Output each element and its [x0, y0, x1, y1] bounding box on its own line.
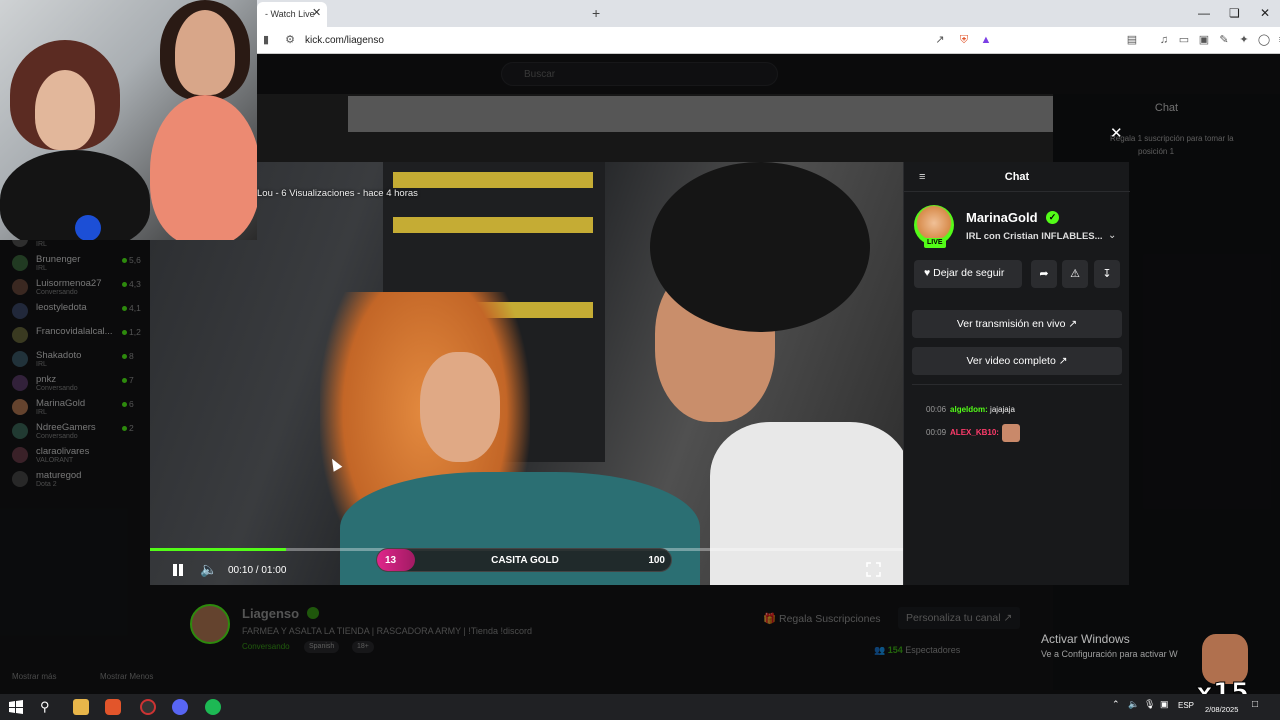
brave-browser-icon[interactable] — [105, 699, 121, 715]
windows-taskbar: ⚲ ⌃ 🔈 🎙 ▣ □ — [0, 694, 1280, 720]
share-icon[interactable]: ↗ — [933, 33, 947, 47]
video-caption: Lou - 6 Visualizaciones - hace 4 horas — [257, 188, 418, 199]
search-icon[interactable]: ⚲ — [40, 699, 56, 715]
sub-goal-bar: 13 CASITA GOLD 100 — [376, 548, 672, 572]
pause-icon[interactable] — [171, 563, 185, 577]
message-username[interactable]: ALEX_KB10: — [950, 428, 999, 437]
volume-icon[interactable]: 🔈 — [1128, 699, 1144, 715]
site-settings-icon[interactable]: ⚙ — [283, 33, 297, 47]
chevron-down-icon[interactable]: ⌄ — [1108, 230, 1116, 241]
tray-chevron-icon[interactable]: ⌃ — [1112, 699, 1128, 715]
clip-chat-panel: ≡ Chat LIVE MarinaGold ✓ IRL con Cristia… — [903, 162, 1130, 585]
taskbar-date[interactable]: 2/08/2025 — [1205, 696, 1238, 714]
extensions-icon[interactable]: ✎ — [1217, 33, 1231, 47]
menu-icon[interactable]: ≡ — [1275, 33, 1280, 47]
fullscreen-icon[interactable] — [866, 562, 881, 577]
spotify-icon[interactable] — [205, 699, 221, 715]
obs-icon[interactable] — [140, 699, 156, 715]
minimize-icon[interactable]: — — [1198, 6, 1210, 20]
verified-icon: ✓ — [1046, 211, 1059, 224]
chat-message: 00:06 algeldom: jajajaja — [926, 405, 1015, 414]
video-progress-fill — [150, 548, 286, 551]
tab-bar: - Watch Live ✕ + — ❏ ✕ — [257, 0, 1280, 27]
close-window-icon[interactable]: ✕ — [1260, 6, 1270, 20]
sub-goal-target: 100 — [648, 555, 665, 566]
address-bar: ▮ ⚙ kick.com/liagenso ↗ ⛨ ▲ ▤ ♫ ▭ ▣ ✎ ✦ … — [257, 27, 1280, 54]
streamer-name[interactable]: MarinaGold — [966, 210, 1038, 225]
message-text: jajajaja — [990, 405, 1015, 414]
message-username[interactable]: algeldom: — [950, 405, 988, 414]
webcam-overlay — [0, 0, 257, 240]
divider — [912, 384, 1122, 385]
message-timestamp: 00:09 — [926, 428, 947, 438]
streamer-subtitle: IRL con Cristian INFLABLES... — [966, 231, 1103, 242]
network-icon[interactable]: ▣ — [1160, 699, 1176, 715]
rewards-icon[interactable]: ▲ — [979, 33, 993, 47]
emote-icon — [1001, 424, 1020, 442]
vpn-icon[interactable]: ◯ — [1257, 33, 1271, 47]
sub-goal-title: CASITA GOLD — [491, 555, 559, 566]
video-player[interactable] — [150, 162, 903, 585]
music-icon[interactable]: ♫ — [1157, 33, 1171, 47]
close-tab-icon[interactable]: ✕ — [312, 6, 321, 19]
wallet-icon[interactable]: ▣ — [1197, 33, 1211, 47]
volume-icon[interactable]: 🔈 — [200, 561, 217, 578]
new-tab-icon[interactable]: + — [592, 5, 600, 21]
discord-icon[interactable] — [172, 699, 188, 715]
activate-windows-title: Activar Windows — [1041, 632, 1130, 646]
video-time: 00:10 / 01:00 — [228, 565, 287, 576]
taskbar-date-text: 2/08/2025 — [1205, 705, 1239, 714]
chat-header: ≡ Chat — [904, 162, 1130, 192]
chat-title: Chat — [1004, 171, 1030, 183]
watch-full-video-button[interactable]: Ver video completo ↗ — [912, 347, 1122, 375]
live-badge: LIVE — [924, 238, 946, 248]
sidebar-toggle-icon[interactable]: ▤ — [1125, 33, 1139, 47]
watch-full-video-label: Ver video completo — [966, 355, 1056, 367]
close-icon[interactable]: ✕ — [1110, 124, 1123, 142]
watch-live-button[interactable]: Ver transmisión en vivo ↗ — [912, 310, 1122, 338]
watch-live-label: Ver transmisión en vivo — [956, 318, 1066, 330]
download-icon[interactable]: ↧ — [1094, 260, 1120, 288]
activate-windows-subtitle: Ve a Configuración para activar W — [1041, 649, 1178, 659]
brave-shield-icon[interactable]: ⛨ — [957, 33, 971, 47]
restore-icon[interactable]: ❏ — [1229, 6, 1240, 20]
bookmark-icon[interactable]: ▮ — [259, 33, 273, 47]
tab-title: - Watch Live — [265, 9, 315, 19]
file-explorer-icon[interactable] — [73, 699, 89, 715]
unfollow-label: Dejar de seguir — [933, 267, 1005, 279]
unfollow-button[interactable]: ♥ Dejar de seguir — [914, 260, 1022, 288]
keyboard-language[interactable]: ESP — [1178, 701, 1194, 710]
notifications-icon[interactable]: □ — [1252, 699, 1268, 715]
reader-icon[interactable]: ▭ — [1177, 33, 1191, 47]
microphone-icon[interactable]: 🎙 — [1144, 699, 1160, 715]
windows-start-icon[interactable] — [8, 699, 24, 715]
chat-message: 00:09 ALEX_KB10: — [926, 424, 1020, 442]
report-icon[interactable]: ⚠ — [1062, 260, 1088, 288]
url-input[interactable]: kick.com/liagenso — [305, 35, 384, 46]
message-timestamp: 00:06 — [926, 405, 947, 414]
leo-icon[interactable]: ✦ — [1237, 33, 1251, 47]
share-icon[interactable]: ➦ — [1031, 260, 1057, 288]
